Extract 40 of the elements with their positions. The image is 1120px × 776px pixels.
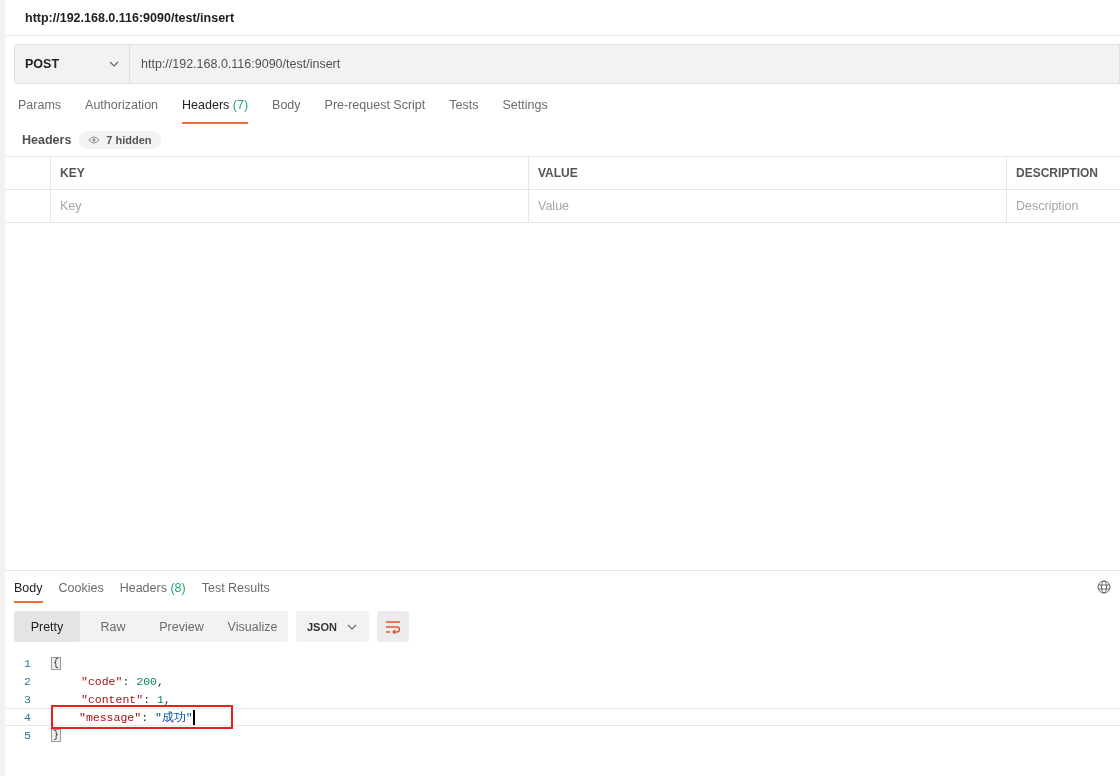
line-number: 1	[23, 656, 32, 670]
header-input-field[interactable]: Key	[51, 190, 529, 222]
request-title: http://192.168.0.116:9090/test/insert	[25, 10, 235, 25]
wrap-lines-button[interactable]	[376, 611, 409, 642]
request-tab[interactable]: Pre-request Script	[324, 84, 426, 124]
response-tab[interactable]: Cookies	[58, 571, 104, 603]
column-header: DESCRIPTION	[1015, 165, 1099, 182]
request-tab[interactable]: Tests	[449, 84, 479, 124]
headers-label: Headers	[22, 133, 72, 147]
line-number: 4	[23, 710, 32, 724]
line-number: 5	[23, 728, 32, 742]
column-header: KEY	[51, 157, 529, 189]
chevron-down-icon	[109, 61, 119, 67]
method-dropdown[interactable]: POST	[14, 44, 130, 84]
line-number: 3	[23, 692, 32, 706]
header-input-field[interactable]: Value	[529, 190, 1007, 222]
request-tab[interactable]: Params	[18, 84, 62, 124]
response-tab[interactable]: Headers (8)	[119, 571, 186, 603]
format-dropdown[interactable]: JSON	[296, 611, 369, 642]
response-tab[interactable]: Test Results	[201, 571, 270, 603]
view-mode-tab[interactable]: Raw	[80, 611, 146, 642]
eye-icon	[88, 136, 101, 144]
response-tab[interactable]: Body	[14, 571, 43, 603]
wrap-icon	[384, 619, 401, 634]
code-line: "content": 1,	[80, 691, 171, 707]
request-tab[interactable]: Body	[272, 84, 301, 124]
hidden-headers-badge[interactable]: 7 hidden	[79, 131, 161, 149]
request-tab[interactable]: Headers (7)	[182, 84, 249, 124]
line-number: 2	[23, 674, 32, 688]
view-mode-tab[interactable]: Visualize	[217, 611, 288, 642]
view-mode-tab[interactable]: Preview	[146, 611, 217, 642]
view-mode-tab[interactable]: Pretty	[14, 611, 80, 642]
code-line: "code": 200,	[80, 673, 164, 689]
url-field[interactable]: http://192.168.0.116:9090/test/insert	[130, 44, 1120, 84]
header-input-field[interactable]: Description	[1007, 190, 1120, 222]
request-tab[interactable]: Settings	[502, 84, 548, 124]
chevron-down-icon	[346, 623, 357, 630]
column-header: VALUE	[529, 157, 1007, 189]
request-tab[interactable]: Authorization	[85, 84, 159, 124]
globe-icon[interactable]	[1097, 580, 1111, 594]
